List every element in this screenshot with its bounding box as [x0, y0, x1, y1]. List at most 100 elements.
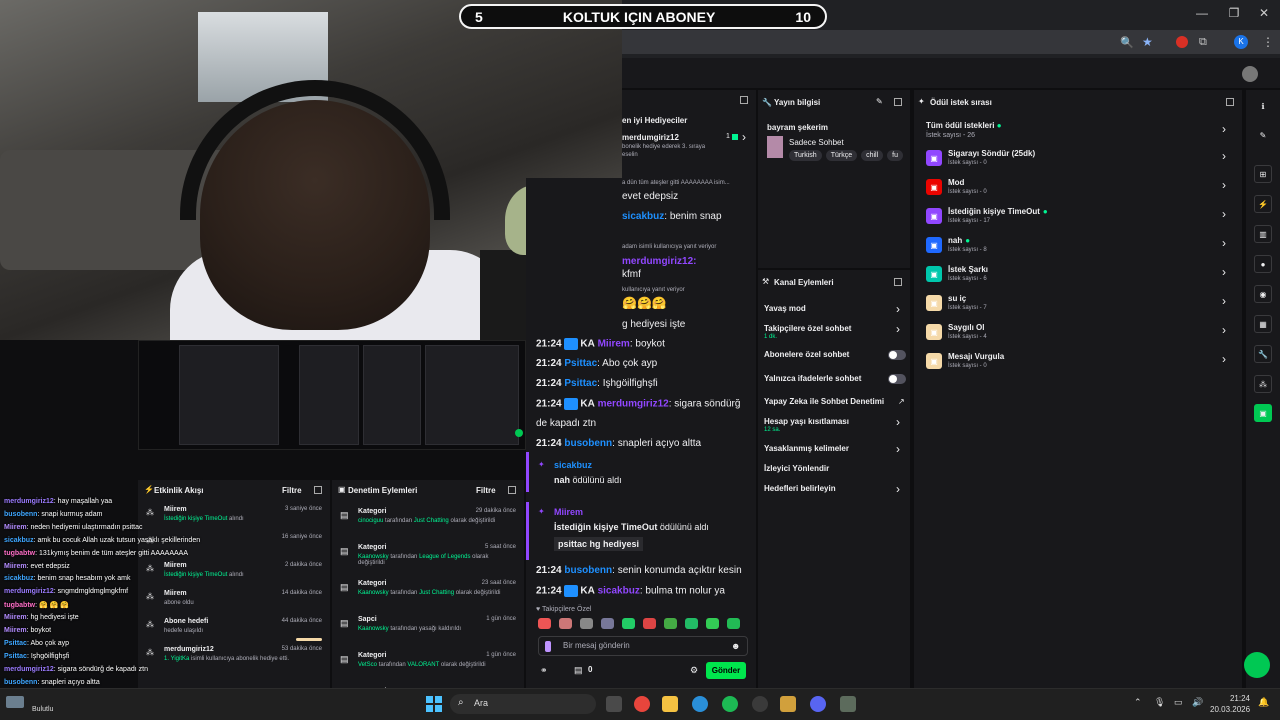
channel-action-label[interactable]: Yapay Zeka ile Sohbet Denetimi — [764, 397, 884, 406]
reward-label[interactable]: su iç — [948, 294, 966, 303]
moderation-filter-button[interactable]: Filtre — [476, 486, 496, 495]
reward-label[interactable]: İstek Şarkı — [948, 265, 988, 274]
activity-filter-button[interactable]: Filtre — [282, 486, 302, 495]
reward-label[interactable]: nah ● — [948, 236, 970, 245]
steam-icon[interactable] — [752, 696, 768, 712]
battery-app-icon[interactable] — [840, 696, 856, 712]
taskbar-search[interactable]: ⌕ Ara — [450, 694, 596, 714]
close-window-button[interactable]: ✕ — [1254, 6, 1274, 22]
chevron-right-icon[interactable]: › — [896, 302, 900, 316]
chat-username[interactable]: Miirem — [598, 339, 630, 350]
chat-settings-icon[interactable]: ⚙ — [690, 665, 698, 676]
clock-date[interactable]: 20.03.2026 — [1210, 705, 1250, 714]
reward-label[interactable]: Mod — [948, 178, 964, 187]
send-button[interactable]: Gönder — [706, 662, 746, 679]
mic-icon[interactable] — [545, 641, 551, 652]
toggle-switch[interactable] — [888, 374, 906, 384]
chat-username[interactable]: sicakbuz — [622, 211, 664, 222]
popout-icon[interactable] — [1226, 98, 1234, 106]
chat-input[interactable]: Bir mesaj gönderin ☻ — [538, 636, 748, 656]
chevron-right-icon[interactable]: › — [896, 482, 900, 496]
chevron-right-icon[interactable]: › — [1222, 207, 1226, 221]
chevron-right-icon[interactable]: › — [1222, 352, 1226, 366]
notification-bell-icon[interactable]: 🔔 — [1258, 697, 1269, 708]
info-icon[interactable]: ℹ — [1254, 97, 1272, 115]
popout-icon[interactable] — [314, 486, 322, 494]
chevron-right-icon[interactable]: › — [1222, 265, 1226, 279]
start-button[interactable] — [426, 696, 442, 712]
clock-time[interactable]: 21:24 — [1226, 694, 1250, 703]
activity-user[interactable]: Miirem — [164, 562, 187, 569]
broadcast-icon[interactable]: ◉ — [1254, 285, 1272, 303]
chat-username[interactable]: merdumgiriz12 — [598, 399, 669, 410]
spotify-icon[interactable] — [722, 696, 738, 712]
chat-username[interactable]: Psittac — [564, 378, 597, 389]
toggle-switch[interactable] — [888, 350, 906, 360]
popout-icon[interactable] — [740, 96, 748, 104]
task-view-icon[interactable] — [606, 696, 622, 712]
document-icon[interactable]: ▥ — [1254, 225, 1272, 243]
popout-icon[interactable] — [508, 486, 516, 494]
activity-user[interactable]: merdumgiriz12 — [164, 646, 214, 653]
wrench-icon[interactable]: 🔧 — [1254, 345, 1272, 363]
channel-action-label[interactable]: Abonelere özel sohbet — [764, 350, 849, 359]
chat-username[interactable]: Psittac — [564, 358, 597, 369]
popout-icon[interactable] — [894, 98, 902, 106]
emote-icon[interactable] — [685, 618, 698, 629]
user-avatar[interactable] — [1242, 66, 1258, 82]
bookmark-star-icon[interactable]: ★ — [1142, 35, 1153, 49]
chevron-right-icon[interactable]: › — [896, 415, 900, 429]
chevron-right-icon[interactable]: › — [1222, 236, 1226, 250]
redeem-user[interactable]: Miirem — [554, 507, 583, 517]
tag[interactable]: fu — [887, 150, 904, 161]
chevron-right-icon[interactable]: › — [1222, 323, 1226, 337]
chat-username[interactable]: merdumgiriz12: — [622, 256, 696, 267]
activity-user[interactable]: Abone hedefi — [164, 618, 208, 625]
weather-icon[interactable] — [6, 696, 24, 708]
file-explorer-icon[interactable] — [662, 696, 678, 712]
popout-icon[interactable] — [894, 278, 902, 286]
chevron-right-icon[interactable]: › — [1222, 178, 1226, 192]
tag[interactable]: Türkçe — [825, 150, 858, 161]
chat-username[interactable]: sicakbuz — [598, 586, 640, 597]
network-icon[interactable]: ▭ — [1174, 697, 1183, 708]
mic-tray-icon[interactable]: 🎙 — [1154, 697, 1165, 708]
maximize-button[interactable]: ❐ — [1224, 6, 1244, 22]
emote-icon[interactable] — [643, 618, 656, 629]
chevron-right-icon[interactable]: › — [896, 442, 900, 456]
emoji-icon[interactable]: ☻ — [731, 641, 740, 651]
edge-icon[interactable] — [692, 696, 708, 712]
emote-icon[interactable] — [727, 618, 740, 629]
calendar-icon[interactable]: ▦ — [1254, 315, 1272, 333]
chat-bubble-icon[interactable]: ● — [1254, 255, 1272, 273]
lightning-icon[interactable]: ⚡ — [1254, 195, 1272, 213]
tag[interactable]: Turkish — [789, 150, 822, 161]
reward-label[interactable]: İstediğin kişiye TimeOut ● — [948, 207, 1048, 216]
chevron-right-icon[interactable]: › — [1222, 149, 1226, 163]
next-chevron-icon[interactable]: › — [742, 130, 746, 144]
moderation-user[interactable]: Kaanowsky — [358, 626, 389, 632]
tag[interactable]: chill — [861, 150, 884, 161]
moderation-user[interactable]: VetSco — [358, 662, 377, 668]
help-chat-icon[interactable] — [1244, 652, 1270, 678]
extensions-puzzle-icon[interactable]: ⧉ — [1199, 36, 1207, 49]
channel-action-label[interactable]: Yasaklanmış kelimeler — [764, 444, 849, 453]
emote-icon[interactable] — [580, 618, 593, 629]
activity-user[interactable]: Miirem — [164, 590, 187, 597]
moderation-user[interactable]: cinociguu — [358, 518, 383, 524]
emote-icon[interactable] — [559, 618, 572, 629]
reward-label[interactable]: Saygılı Ol — [948, 323, 984, 332]
redeem-user[interactable]: sicakbuz — [554, 460, 592, 470]
emote-icon[interactable] — [706, 618, 719, 629]
chat-username[interactable]: busobenn — [564, 565, 612, 576]
chat-username[interactable]: busobenn — [564, 438, 612, 449]
edit-icon[interactable]: ✎ — [876, 97, 883, 106]
tool-icon[interactable]: ⊞ — [1254, 165, 1272, 183]
points-icon[interactable]: ▤ — [574, 665, 583, 676]
all-rewards-label[interactable]: Tüm ödül istekleri ● — [926, 121, 1002, 130]
emote-icon[interactable] — [664, 618, 677, 629]
emote-icon[interactable] — [601, 618, 614, 629]
bits-icon[interactable]: ⚭ — [540, 665, 548, 676]
channel-action-label[interactable]: Yavaş mod — [764, 304, 806, 313]
browser-menu-icon[interactable]: ⋮ — [1262, 35, 1274, 49]
